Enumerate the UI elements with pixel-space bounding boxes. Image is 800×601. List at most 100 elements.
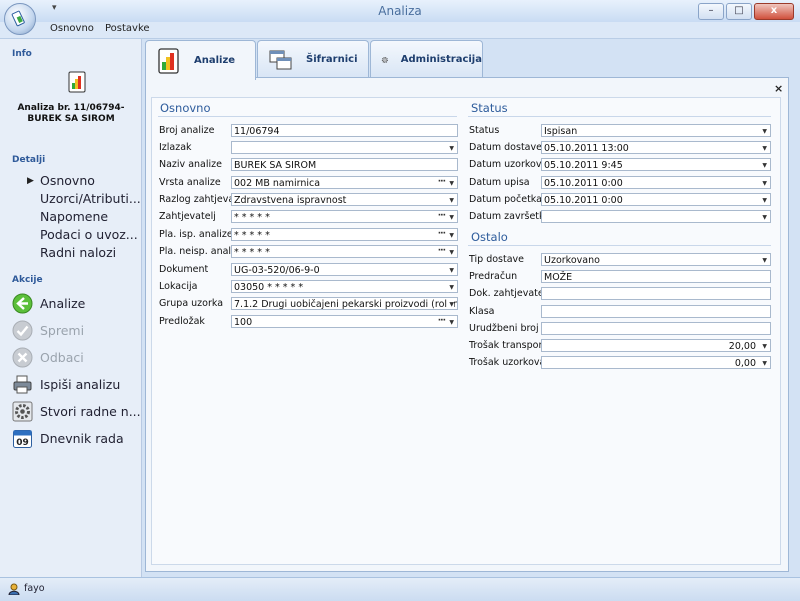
- dropdown-arrow-icon[interactable]: ▼: [762, 159, 767, 170]
- label-predlozak: Predložak: [159, 316, 205, 327]
- close-form-button[interactable]: ×: [774, 82, 783, 95]
- action-stvori-button[interactable]: Stvori radne n...: [12, 400, 141, 422]
- action-label: Ispiši analizu: [40, 376, 121, 392]
- label-izlazak: Izlazak: [159, 142, 192, 153]
- section-ostalo-title: Ostalo: [471, 230, 508, 244]
- field-value: 05.10.2011 0:00: [544, 178, 623, 189]
- broj-analize-input[interactable]: 11/06794: [231, 124, 458, 137]
- status-select[interactable]: Ispisan ▼: [541, 124, 771, 137]
- action-ispisi-button[interactable]: Ispiši analizu: [12, 373, 120, 395]
- app-logo-icon: [11, 10, 25, 27]
- action-label: Odbaci: [40, 349, 84, 365]
- tip-dostave-select[interactable]: Uzorkovano ▼: [541, 253, 771, 266]
- gear-icon: [381, 56, 388, 63]
- close-window-button[interactable]: x: [754, 3, 794, 20]
- section-osnovno-title: Osnovno: [160, 101, 211, 115]
- dropdown-arrow-icon[interactable]: ▼: [449, 142, 454, 153]
- browse-dots-icon[interactable]: ···: [438, 177, 446, 188]
- dropdown-arrow-icon[interactable]: ▼: [762, 340, 767, 351]
- field-value: 100: [234, 317, 253, 328]
- browse-dots-icon[interactable]: ···: [438, 229, 446, 240]
- vrsta-analize-select[interactable]: 002 MB namirnica ··· ▼: [231, 176, 458, 189]
- menu-osnovno[interactable]: Osnovno: [50, 23, 94, 34]
- datum-dostave-picker[interactable]: 05.10.2011 13:00 ▼: [541, 141, 771, 154]
- calendar-icon: 09: [13, 429, 32, 448]
- datum-pocetka-picker[interactable]: 05.10.2011 0:00 ▼: [541, 193, 771, 206]
- browse-dots-icon[interactable]: ···: [438, 211, 446, 222]
- zahtjevatelj-select[interactable]: * * * * * ··· ▼: [231, 210, 458, 223]
- maximize-button[interactable]: □: [726, 3, 752, 20]
- field-value: 05.10.2011 0:00: [544, 195, 623, 206]
- tab-analize[interactable]: Analize: [145, 40, 256, 80]
- detail-item-osnovno[interactable]: Osnovno: [40, 173, 95, 188]
- label-broj-analize: Broj analize: [159, 125, 215, 136]
- browse-dots-icon[interactable]: ···: [438, 246, 446, 257]
- pla-isp-analize-select[interactable]: * * * * * ··· ▼: [231, 228, 458, 241]
- detail-item-radni-nalozi[interactable]: Radni nalozi: [40, 245, 116, 260]
- dropdown-arrow-icon[interactable]: ▼: [762, 177, 767, 188]
- dropdown-arrow-icon[interactable]: ▼: [449, 211, 454, 222]
- field-value: UG-03-520/06-9-0: [234, 265, 320, 276]
- detail-item-podaci-uvoz[interactable]: Podaci o uvoz...: [40, 227, 138, 242]
- dropdown-arrow-icon[interactable]: ▼: [449, 316, 454, 327]
- tab-administracija[interactable]: Administracija: [370, 40, 483, 78]
- gear-icon: [12, 401, 33, 421]
- naziv-analize-input[interactable]: BUREK SA SIROM: [231, 158, 458, 171]
- dropdown-arrow-icon[interactable]: ▼: [449, 246, 454, 257]
- tab-sifrarnici[interactable]: Šifrarnici: [257, 40, 369, 78]
- grupa-uzorka-select[interactable]: 7.1.2 Drugi uobičajeni pekarski proizvod…: [231, 297, 458, 310]
- browse-dots-icon[interactable]: ···: [438, 316, 446, 327]
- dropdown-arrow-icon[interactable]: ▼: [762, 357, 767, 368]
- field-value: Ispisan: [544, 126, 578, 137]
- action-odbaci-button[interactable]: Odbaci: [12, 346, 84, 368]
- label-datum-zavrsetka: Datum završetka: [469, 211, 551, 222]
- dropdown-arrow-icon[interactable]: ▼: [449, 194, 454, 205]
- trosak-uzorkovanja-spinner[interactable]: 0,00 ▼: [541, 356, 771, 369]
- dropdown-arrow-icon[interactable]: ▼: [762, 142, 767, 153]
- detail-item-uzorci[interactable]: Uzorci/Atributi...: [40, 191, 141, 206]
- dropdown-arrow-icon[interactable]: ▼: [449, 177, 454, 188]
- urudzbeni-broj-input[interactable]: [541, 322, 771, 335]
- trosak-transporta-spinner[interactable]: 20,00 ▼: [541, 339, 771, 352]
- dropdown-arrow-icon[interactable]: ▼: [447, 298, 454, 309]
- quick-access-dropdown-icon[interactable]: ▾: [52, 3, 57, 13]
- razlog-zahtjevanja-select[interactable]: Zdravstvena ispravnost ▼: [231, 193, 458, 206]
- app-menu-button[interactable]: [4, 3, 36, 35]
- analysis-title: Analiza br. 11/06794-BUREK SA SIROM: [17, 103, 125, 124]
- status-bar: fayo: [0, 577, 800, 601]
- dok-zahtjevatelja-input[interactable]: [541, 287, 771, 300]
- datum-zavrsetka-picker[interactable]: ▼: [541, 210, 771, 223]
- minimize-button[interactable]: –: [698, 3, 724, 20]
- menu-postavke[interactable]: Postavke: [105, 23, 150, 34]
- dropdown-arrow-icon[interactable]: ▼: [762, 211, 767, 222]
- chart-document-icon: [158, 47, 179, 74]
- window-title: Analiza: [378, 4, 422, 18]
- action-spremi-button[interactable]: Spremi: [12, 319, 84, 341]
- lokacija-select[interactable]: 03050 * * * * * ▼: [231, 280, 458, 293]
- action-dnevnik-button[interactable]: 09 Dnevnik rada: [12, 427, 124, 449]
- dropdown-arrow-icon[interactable]: ▼: [762, 254, 767, 265]
- datum-uzorkovanja-picker[interactable]: 05.10.2011 9:45 ▼: [541, 158, 771, 171]
- dokument-select[interactable]: UG-03-520/06-9-0 ▼: [231, 263, 458, 276]
- datum-upisa-picker[interactable]: 05.10.2011 0:00 ▼: [541, 176, 771, 189]
- field-value: 20,00: [728, 341, 756, 352]
- label-tip-dostave: Tip dostave: [469, 254, 525, 265]
- action-analize-button[interactable]: Analize: [12, 292, 85, 314]
- dropdown-arrow-icon[interactable]: ▼: [762, 194, 767, 205]
- dropdown-arrow-icon[interactable]: ▼: [762, 125, 767, 136]
- dropdown-arrow-icon[interactable]: ▼: [449, 264, 454, 275]
- predlozak-select[interactable]: 100 ··· ▼: [231, 315, 458, 328]
- section-status-title: Status: [471, 101, 508, 115]
- predracun-input[interactable]: MOŽE: [541, 270, 771, 283]
- klasa-input[interactable]: [541, 305, 771, 318]
- label-zahtjevatelj: Zahtjevatelj: [159, 211, 216, 222]
- detail-item-napomene[interactable]: Napomene: [40, 209, 108, 224]
- dropdown-arrow-icon[interactable]: ▼: [449, 229, 454, 240]
- label-klasa: Klasa: [469, 306, 495, 317]
- dropdown-arrow-icon[interactable]: ▼: [449, 281, 454, 292]
- izlazak-select[interactable]: ▼: [231, 141, 458, 154]
- analysis-document-icon: [68, 71, 86, 93]
- label-trosak-transporta: Trošak transporta: [469, 340, 552, 351]
- pla-neisp-analize-select[interactable]: * * * * * ··· ▼: [231, 245, 458, 258]
- tab-label: Analize: [194, 55, 236, 66]
